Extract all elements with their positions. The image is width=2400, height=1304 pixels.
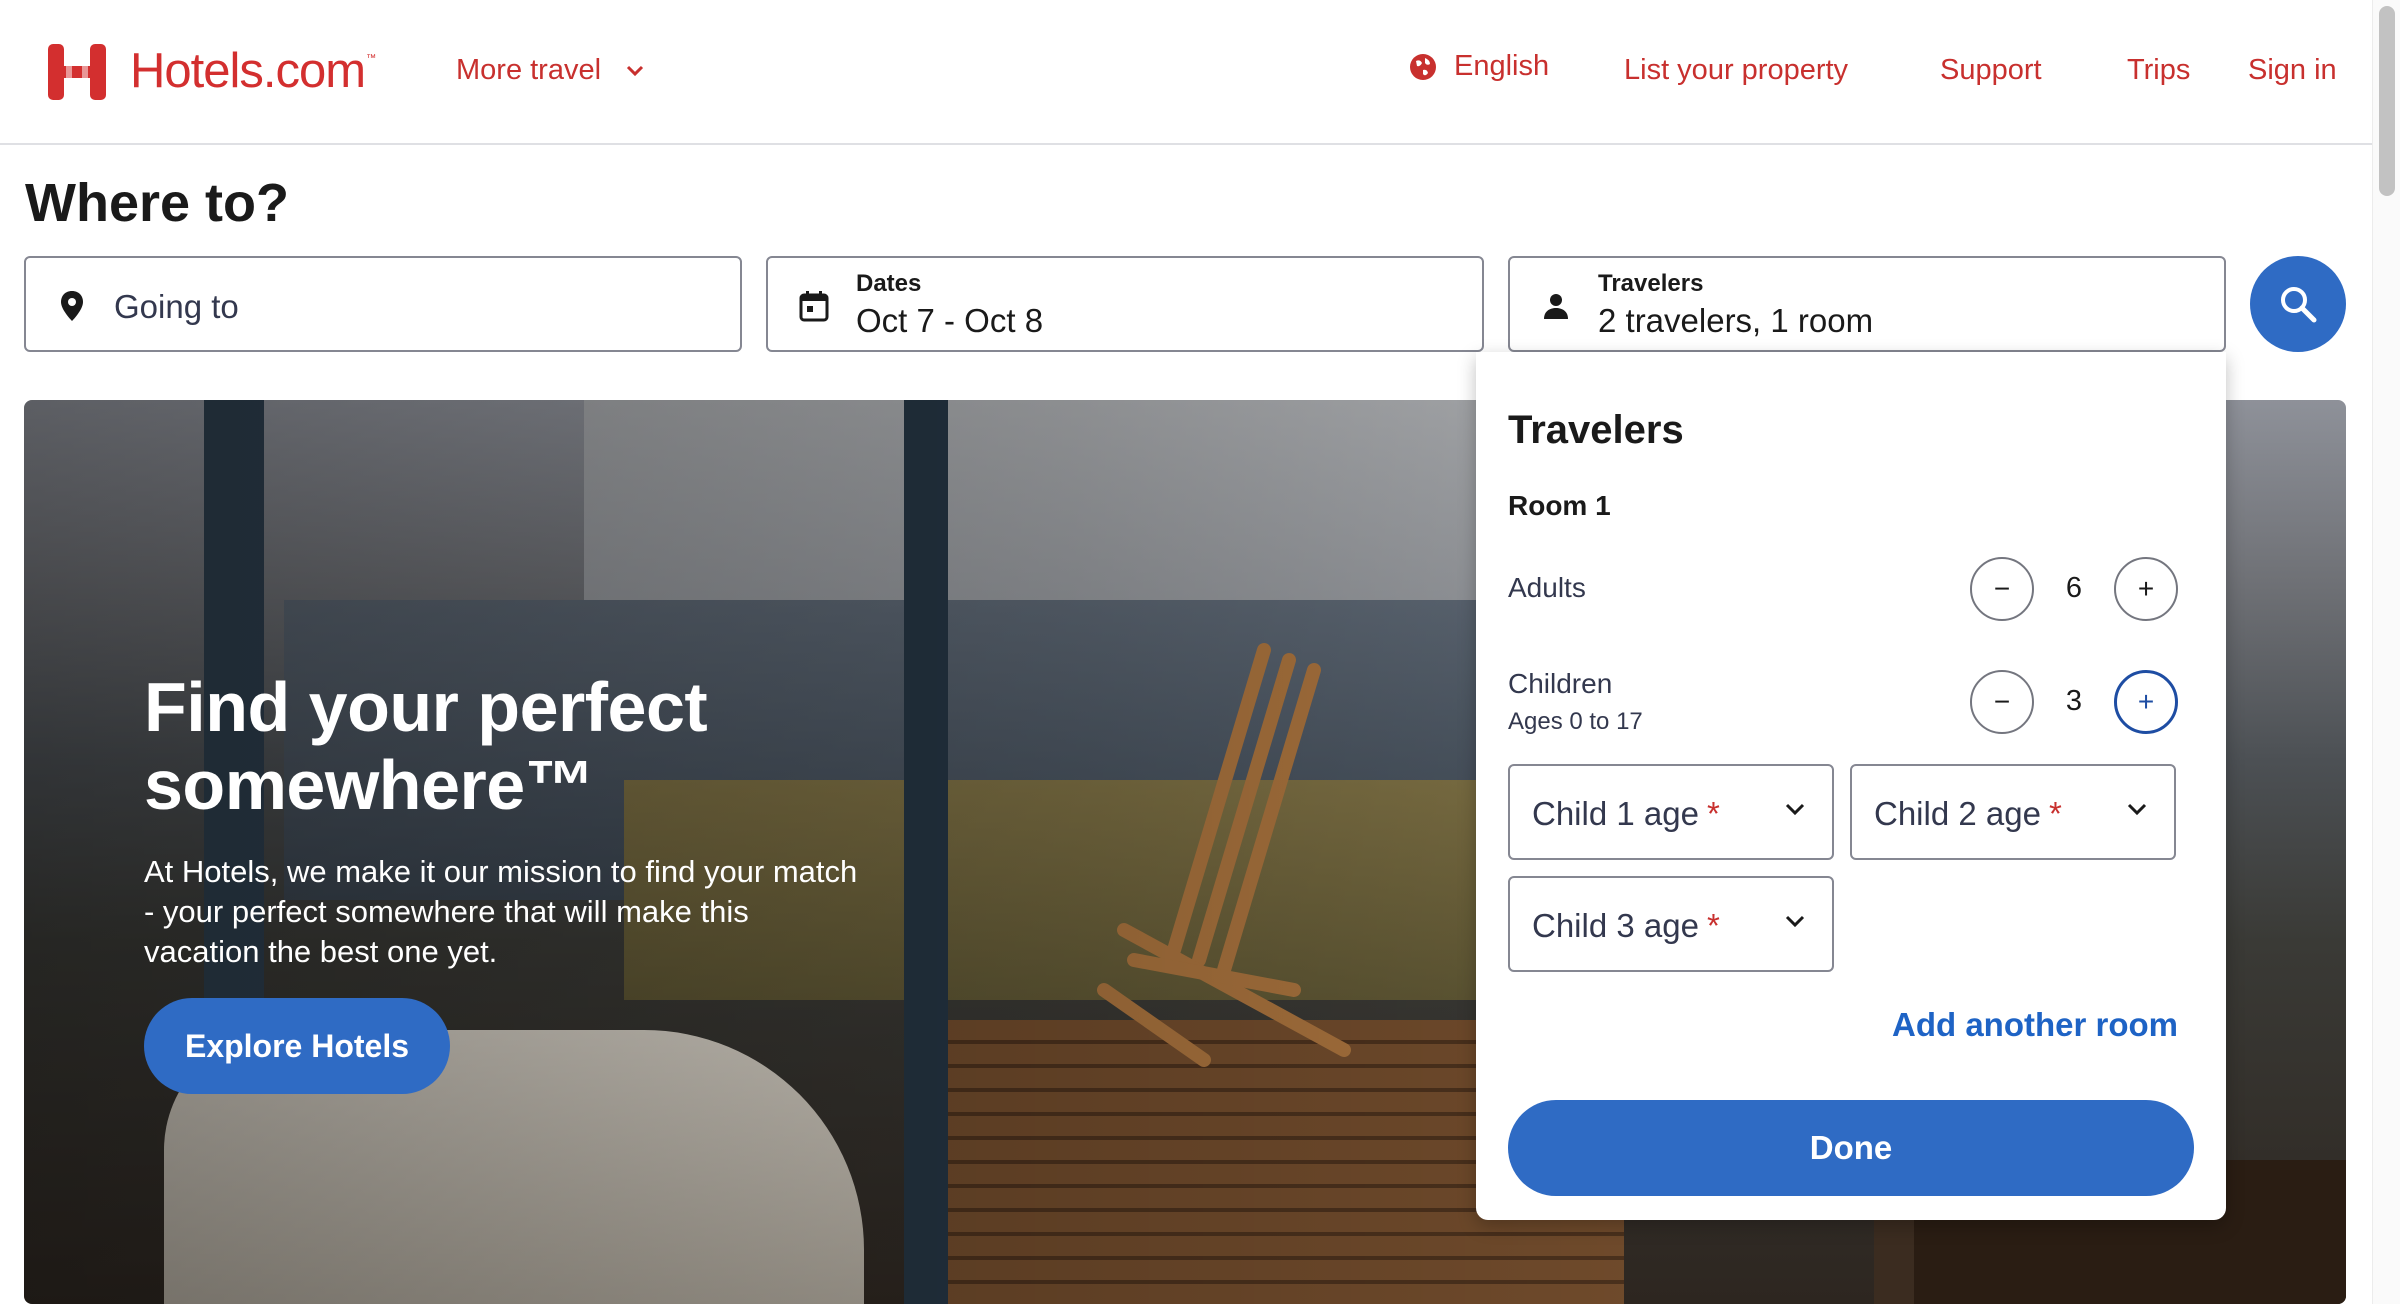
dates-label: Dates [856,270,922,297]
more-travel-label: More travel [456,54,602,86]
child-1-age-select[interactable]: Child 1 age * [1508,764,1834,860]
destination-field[interactable]: Going to [24,256,742,352]
child-2-age-label: Child 2 age [1874,795,2041,832]
popover-title: Travelers [1508,408,1684,452]
page-scrollbar[interactable] [2372,0,2400,1304]
dates-field[interactable]: Dates Oct 7 - Oct 8 [766,256,1484,352]
dates-value: Oct 7 - Oct 8 [856,302,1044,339]
children-decrease-button[interactable]: − [1970,670,2034,734]
more-travel-menu[interactable]: More travel [456,54,645,87]
children-label: Children [1508,668,1613,699]
travelers-popover: Travelers Room 1 Adults − 6 + Children A… [1476,352,2226,1220]
scrollbar-thumb[interactable] [2379,6,2395,196]
location-pin-icon [61,291,83,321]
travelers-value: 2 travelers, 1 room [1598,302,1874,339]
chevron-down-icon [1785,915,1805,928]
chevron-down-icon [2127,803,2147,816]
travelers-label: Travelers [1598,270,1704,297]
language-selector[interactable]: English [1408,50,1549,83]
logo-text: Hotels.com ™ [130,44,376,98]
adults-label: Adults [1508,572,1586,603]
trips-link[interactable]: Trips [2127,54,2190,87]
hotels-logo-icon [46,40,108,102]
child-2-age-select[interactable]: Child 2 age * [1850,764,2176,860]
done-button[interactable]: Done [1508,1100,2194,1196]
chevron-down-icon [1785,803,1805,816]
adults-count: 6 [2065,572,2083,604]
adults-decrease-button[interactable]: − [1970,557,2034,621]
calendar-icon [799,291,829,322]
travelers-field[interactable]: Travelers 2 travelers, 1 room [1508,256,2226,352]
sign-in-link[interactable]: Sign in [2248,54,2337,87]
language-label: English [1454,50,1550,82]
destination-placeholder: Going to [114,288,239,325]
hero-description: At Hotels, we make it our mission to fin… [144,854,858,969]
top-header: Hotels.com ™ More travel English List you… [0,0,2372,145]
required-marker: * [1706,795,1720,832]
child-3-age-label: Child 3 age [1532,907,1699,944]
hotels-logo[interactable]: Hotels.com ™ [46,40,376,102]
children-age-range: Ages 0 to 17 [1508,708,1643,735]
hero-title: Find your perfect somewhere™ [144,668,708,824]
support-link[interactable]: Support [1940,54,2042,87]
chevron-down-icon [626,65,644,76]
person-icon [1544,294,1568,319]
list-property-link[interactable]: List your property [1624,54,1848,87]
required-marker: * [1706,907,1720,944]
required-marker: * [2048,795,2062,832]
children-increase-button[interactable]: + [2114,670,2178,734]
globe-icon [1410,53,1436,80]
child-1-age-label: Child 1 age [1532,795,1699,832]
explore-hotels-button[interactable]: Explore Hotels [144,998,450,1094]
children-count: 3 [2065,685,2083,717]
child-3-age-select[interactable]: Child 3 age * [1508,876,1834,972]
search-button[interactable] [2250,256,2346,352]
add-another-room-link[interactable]: Add another room [1892,1006,2178,1044]
page-title: Where to? [25,173,289,233]
adults-increase-button[interactable]: + [2114,557,2178,621]
room-label: Room 1 [1508,490,1611,521]
search-icon [2281,287,2317,323]
